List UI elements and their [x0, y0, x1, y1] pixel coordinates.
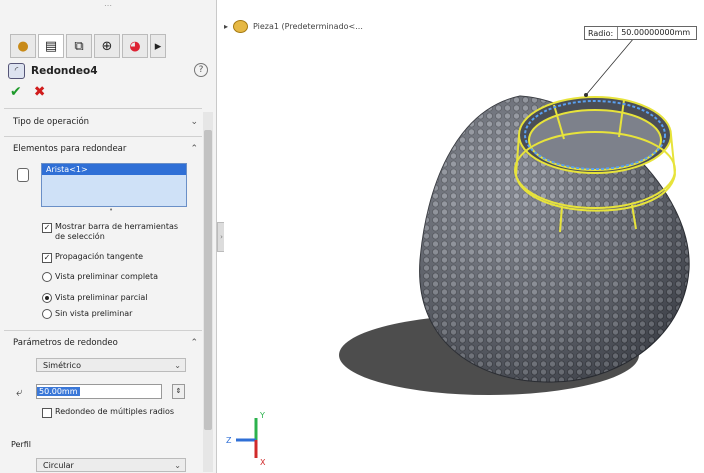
radio[interactable] [42, 293, 52, 303]
multi-radius-checkbox[interactable]: Redondeo de múltiples radios [42, 407, 175, 418]
manager-tabs: ● ▤ ⧉ ⊕ ◕ ▸ [10, 34, 166, 58]
appearance-icon[interactable]: ◕ [122, 34, 148, 58]
radius-spinner[interactable]: ⇕ [172, 384, 185, 399]
symmetry-select[interactable]: Simétrico ⌄ [36, 358, 186, 372]
section-label: Parámetros de redondeo [13, 338, 118, 348]
callout-value[interactable]: 50.00000000mm [617, 27, 696, 39]
graphics-viewport[interactable]: Y Z X ▸ Pieza1 (Predeterminado<... Radio… [224, 0, 704, 473]
edge-icon [17, 168, 29, 182]
checkbox[interactable]: ✓ [42, 253, 52, 263]
radio[interactable] [42, 272, 52, 282]
triad-icon [236, 418, 258, 458]
ok-cancel-bar: ✔ ✖ [10, 84, 45, 100]
check-icon[interactable]: ✔ [10, 84, 22, 100]
help-icon[interactable]: ? [194, 63, 208, 77]
dimxpert-icon[interactable]: ⊕ [94, 34, 120, 58]
section-fillet-params[interactable]: Parámetros de redondeo ⌃ [13, 336, 198, 350]
divider [4, 136, 202, 137]
chevron-down-icon: ⌄ [174, 461, 181, 470]
panel-grip[interactable]: ⋯ [104, 1, 112, 10]
option-label: Propagación tangente [55, 252, 144, 261]
divider [4, 108, 202, 109]
section-label: Tipo de operación [13, 117, 90, 127]
checkbox[interactable]: ✓ [42, 223, 52, 233]
axis-y-label: Y [259, 411, 265, 420]
option-label: Mostrar barra de herramientas de selecci… [55, 222, 179, 241]
chevron-up-icon[interactable]: ⌃ [190, 144, 198, 154]
fillet-icon: ◜ [8, 63, 25, 79]
option-label: Vista preliminar parcial [55, 293, 148, 302]
x-icon[interactable]: ✖ [34, 84, 46, 100]
property-manager-icon[interactable]: ▤ [38, 34, 64, 58]
section-operation-type[interactable]: Tipo de operación ⌄ [13, 115, 198, 129]
model-view[interactable]: Y Z X [224, 0, 704, 473]
section-items-to-fillet[interactable]: Elementos para redondear ⌃ [13, 142, 198, 156]
radio[interactable] [42, 309, 52, 319]
profile-label: Perfil [11, 440, 32, 449]
configuration-icon[interactable]: ⧉ [66, 34, 92, 58]
axis-z-label: X [260, 458, 266, 467]
section-label: Elementos para redondear [13, 144, 127, 154]
option-label: Sin vista preliminar [55, 309, 133, 318]
list-item[interactable]: Arista<1> [42, 164, 186, 175]
checkbox[interactable] [42, 408, 52, 418]
preview-partial-radio[interactable]: Vista preliminar parcial [42, 293, 148, 303]
expand-arrow-icon[interactable]: ▸ [224, 22, 228, 31]
feature-title-bar: ◜ Redondeo4 ? [8, 62, 208, 80]
chevron-down-icon[interactable]: ⌄ [190, 117, 198, 127]
select-value: Simétrico [43, 361, 81, 370]
select-value: Circular [43, 461, 74, 470]
tangent-propagation-checkbox[interactable]: ✓ Propagación tangente [42, 252, 143, 263]
list-resize-handle[interactable]: • [109, 206, 113, 214]
axis-x-label: Z [226, 436, 232, 445]
option-label: Redondeo de múltiples radios [55, 407, 175, 416]
panel-scrollbar[interactable] [203, 112, 213, 472]
divider [4, 330, 202, 331]
option-label: Vista preliminar completa [55, 272, 158, 281]
radius-value: 50.00mm [37, 387, 80, 396]
preview-full-radio[interactable]: Vista preliminar completa [42, 272, 158, 282]
callout-label: Radio: [588, 28, 614, 38]
selection-list[interactable]: Arista<1> [41, 163, 187, 207]
radius-input[interactable]: 50.00mm [36, 384, 162, 399]
scrollbar-thumb[interactable] [204, 130, 212, 430]
feature-title: Redondeo4 [31, 65, 98, 77]
feature-tree-icon[interactable]: ● [10, 34, 36, 58]
preview-none-radio[interactable]: Sin vista preliminar [42, 309, 132, 319]
callout-anchor [584, 93, 588, 97]
callout-leader [585, 37, 635, 96]
part-icon [233, 20, 249, 33]
chevron-up-icon[interactable]: ⌃ [190, 338, 198, 348]
show-selection-toolbar-checkbox[interactable]: ✓ Mostrar barra de herramientas de selec… [42, 222, 185, 242]
radius-callout[interactable]: Radio: 50.00000000mm [584, 26, 698, 40]
tree-label: Pieza1 (Predeterminado<... [253, 22, 363, 31]
more-icon[interactable]: ▸ [150, 34, 166, 58]
feature-tree-flyout[interactable]: ▸ Pieza1 (Predeterminado<... [224, 20, 363, 33]
radius-icon: ⤶ [16, 385, 23, 399]
property-manager: ⋯ ● ▤ ⧉ ⊕ ◕ ▸ ◜ Redondeo4 ? ✔ ✖ Tipo de … [0, 0, 217, 473]
chevron-down-icon: ⌄ [174, 361, 181, 370]
profile-select[interactable]: Circular ⌄ [36, 458, 186, 472]
